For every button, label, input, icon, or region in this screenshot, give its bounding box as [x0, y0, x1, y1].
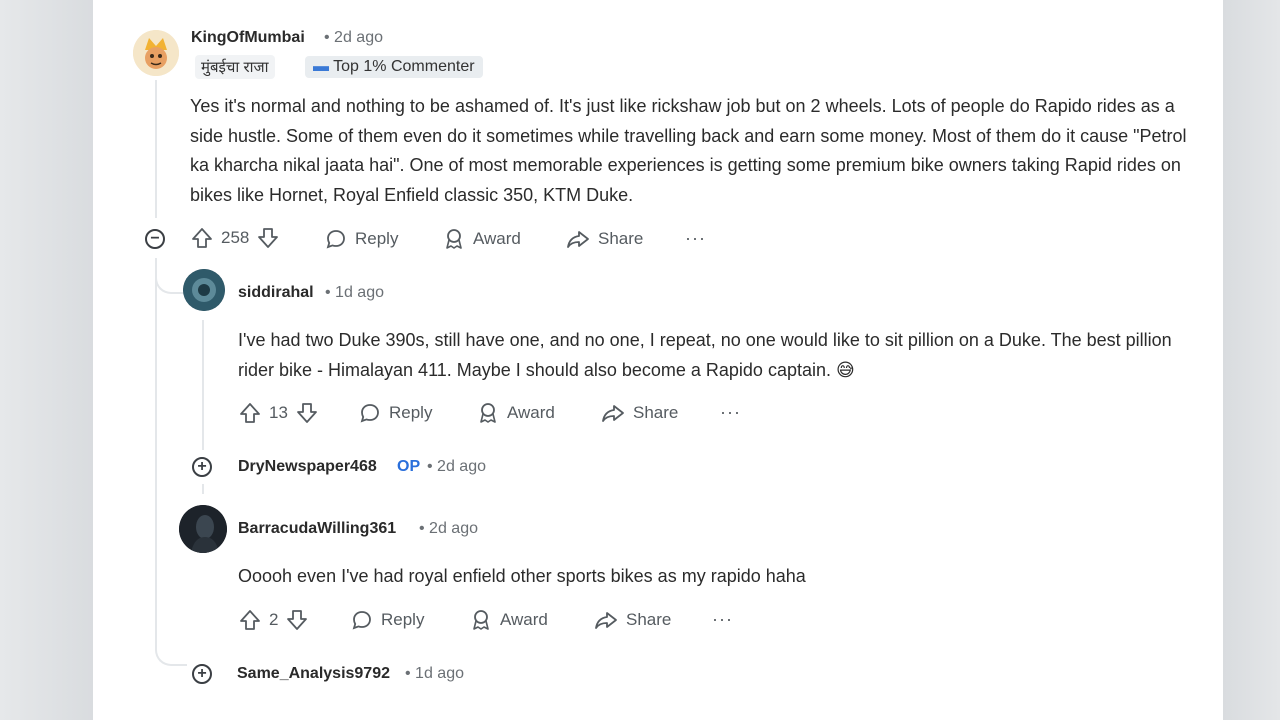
thread-curve [155, 630, 187, 666]
award-icon [470, 609, 492, 631]
comment-timestamp: • 2d ago [419, 520, 478, 537]
right-background [1223, 0, 1280, 720]
comment-username[interactable]: DryNewspaper468 [238, 458, 377, 476]
comment-timestamp: • 2d ago [324, 29, 383, 46]
vote-count: 258 [221, 228, 250, 247]
op-badge: OP [397, 458, 420, 476]
share-label: Share [598, 229, 644, 248]
reply-label: Reply [355, 229, 399, 248]
user-flair: मुंबईचा राजा [195, 55, 275, 79]
reply-label: Reply [381, 610, 425, 629]
reply-button[interactable]: Reply [359, 402, 432, 424]
avatar[interactable] [179, 505, 227, 553]
share-label: Share [633, 403, 679, 422]
top-commenter-badge: ▬ Top 1% Commenter [305, 56, 483, 78]
vote-count: 13 [269, 403, 288, 422]
reply-icon [359, 402, 381, 424]
reply-icon [325, 228, 347, 250]
thread-curve [155, 260, 185, 294]
op-label: OP [397, 458, 421, 475]
avatar[interactable] [183, 269, 225, 311]
downvote-icon[interactable] [286, 609, 308, 631]
badge-icon: ▬ [313, 58, 334, 75]
vote-group: 258 [191, 227, 279, 249]
comment-username[interactable]: KingOfMumbai [191, 29, 305, 47]
more-options-button[interactable]: ··· [712, 609, 733, 630]
vote-count: 2 [269, 610, 279, 629]
reply-icon [351, 609, 373, 631]
vote-group: 2 [239, 609, 308, 631]
more-options-button[interactable]: ··· [685, 228, 706, 249]
avatar[interactable] [133, 30, 179, 76]
upvote-icon[interactable] [191, 227, 213, 249]
comment-thread-panel: KingOfMumbai • 2d ago मुंबईचा राजा ▬ Top… [93, 0, 1223, 720]
thread-line-main-lower [155, 258, 157, 650]
reply-button[interactable]: Reply [325, 228, 398, 250]
share-button[interactable]: Share [594, 609, 671, 631]
more-options-button[interactable]: ··· [720, 402, 741, 423]
share-button[interactable]: Share [566, 228, 643, 250]
vote-group: 13 [239, 402, 318, 424]
thread-line-nested [202, 320, 204, 450]
thread-line-main [155, 80, 157, 218]
reply-button[interactable]: Reply [351, 609, 424, 631]
award-icon [477, 402, 499, 424]
share-label: Share [626, 610, 672, 629]
comment-body: I've had two Duke 390s, still have one, … [238, 330, 1172, 380]
comment-timestamp: • 2d ago [427, 458, 486, 475]
upvote-icon[interactable] [239, 402, 261, 424]
share-icon [594, 609, 618, 631]
award-label: Award [473, 229, 521, 248]
award-button[interactable]: Award [470, 609, 548, 631]
award-button[interactable]: Award [443, 228, 521, 250]
comment-username[interactable]: Same_Analysis9792 [237, 665, 390, 683]
share-icon [601, 402, 625, 424]
collapse-thread-button[interactable]: − [145, 229, 165, 249]
share-icon [566, 228, 590, 250]
comment-username[interactable]: siddirahal [238, 284, 314, 302]
thread-line-nested-lower [202, 484, 204, 494]
upvote-icon[interactable] [239, 609, 261, 631]
comment-body: Yes it's normal and nothing to be ashame… [190, 96, 1187, 205]
expand-thread-button[interactable]: + [192, 457, 212, 477]
badge-label: Top 1% Commenter [333, 58, 475, 75]
downvote-icon[interactable] [257, 227, 279, 249]
share-button[interactable]: Share [601, 402, 678, 424]
award-icon [443, 228, 465, 250]
award-label: Award [507, 403, 555, 422]
reply-label: Reply [389, 403, 433, 422]
award-button[interactable]: Award [477, 402, 555, 424]
comment-username[interactable]: BarracudaWilling361 [238, 520, 396, 538]
comment-body: Ooooh even I've had royal enfield other … [238, 566, 806, 586]
comment-timestamp: • 1d ago [325, 284, 384, 301]
expand-thread-button[interactable]: + [192, 664, 212, 684]
left-background [0, 0, 93, 720]
downvote-icon[interactable] [296, 402, 318, 424]
award-label: Award [500, 610, 548, 629]
comment-timestamp: • 1d ago [405, 665, 464, 682]
